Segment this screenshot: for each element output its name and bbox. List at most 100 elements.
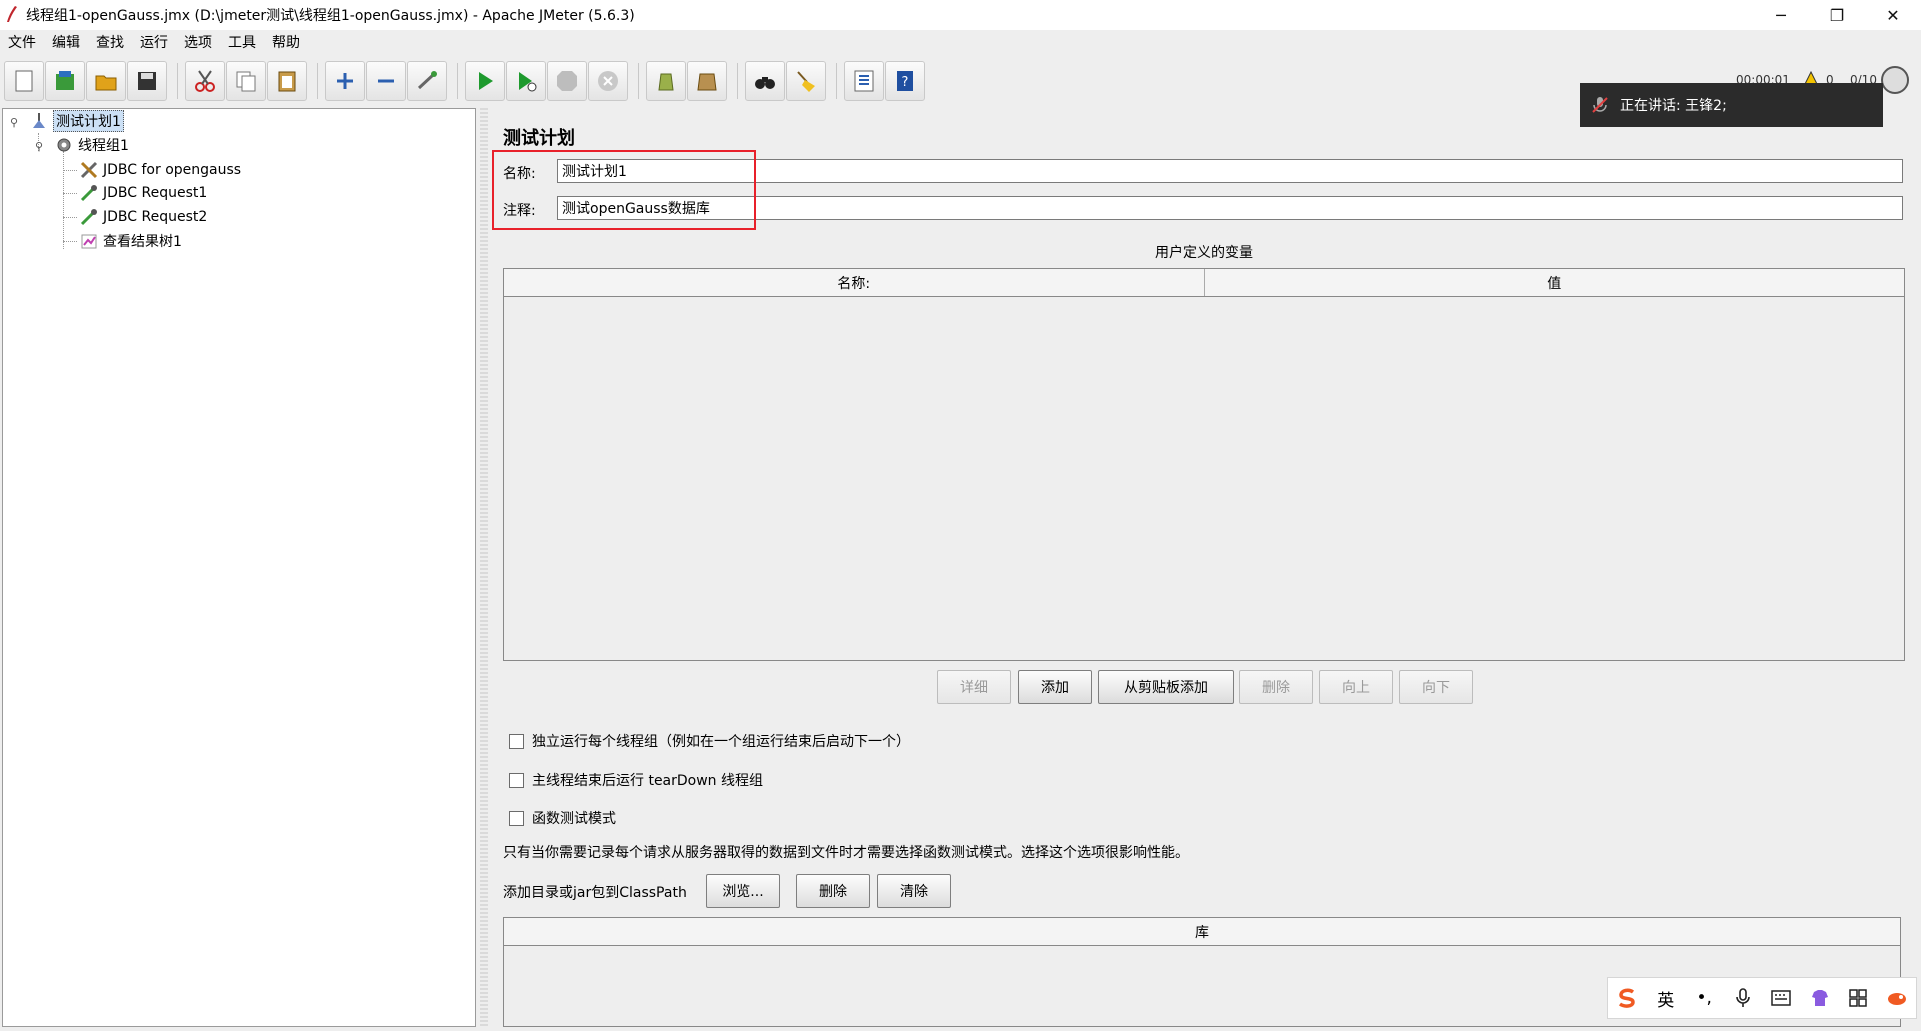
- add-button[interactable]: 添加: [1018, 670, 1092, 704]
- open-button[interactable]: [86, 61, 126, 101]
- menu-tools[interactable]: 工具: [228, 32, 256, 52]
- copy-button[interactable]: [226, 61, 266, 101]
- name-field[interactable]: [557, 159, 1903, 183]
- start-button[interactable]: [465, 61, 505, 101]
- toggle-button[interactable]: [407, 61, 447, 101]
- classpath-clear-button[interactable]: 清除: [877, 874, 951, 908]
- function-helper-button[interactable]: [844, 61, 884, 101]
- ime-mascot-icon[interactable]: [1882, 989, 1912, 1007]
- tree-node-results-tree[interactable]: 查看结果树1: [78, 230, 182, 252]
- skin-shirt-icon[interactable]: [1805, 988, 1835, 1008]
- minimize-button[interactable]: ─: [1753, 0, 1809, 30]
- expand-button[interactable]: [325, 61, 365, 101]
- shutdown-button[interactable]: [588, 61, 628, 101]
- user-vars-title: 用户定义的变量: [1155, 245, 1253, 261]
- collapse-button[interactable]: [366, 61, 406, 101]
- sogou-logo-icon[interactable]: [1612, 986, 1642, 1010]
- tree-toggle-root[interactable]: ⚲: [8, 116, 20, 129]
- menu-search[interactable]: 查找: [96, 32, 124, 52]
- functional-mode-checkbox[interactable]: [509, 810, 524, 826]
- menu-options[interactable]: 选项: [184, 32, 212, 52]
- library-column-header: 库: [504, 918, 1900, 946]
- tree-node-thread-group[interactable]: 线程组1: [53, 134, 129, 156]
- comment-field[interactable]: [557, 196, 1903, 220]
- menu-run[interactable]: 运行: [140, 32, 168, 52]
- tree-label: 线程组1: [78, 138, 129, 154]
- column-header-name[interactable]: 名称:: [504, 269, 1205, 296]
- menu-file[interactable]: 文件: [8, 32, 36, 52]
- tree-label: 查看结果树1: [103, 234, 182, 250]
- reset-search-button[interactable]: [786, 61, 826, 101]
- stop-button[interactable]: [547, 61, 587, 101]
- menu-edit[interactable]: 编辑: [52, 32, 80, 52]
- tree-node-jdbc-request2[interactable]: JDBC Request2: [78, 206, 207, 228]
- jmeter-feather-icon: [7, 6, 17, 22]
- move-down-button[interactable]: 向下: [1399, 670, 1473, 704]
- speaking-text: 正在讲话: 王锋2;: [1620, 98, 1727, 114]
- ime-punct-toggle[interactable]: •,: [1689, 988, 1719, 1008]
- clear-all-button[interactable]: [687, 61, 727, 101]
- svg-text:?: ?: [902, 75, 909, 90]
- user-vars-table[interactable]: 名称: 值: [503, 268, 1905, 661]
- new-button[interactable]: [4, 61, 44, 101]
- new-file-icon: [15, 70, 33, 92]
- sampler-pipette-icon: [78, 183, 100, 203]
- tree-node-jdbc-request1[interactable]: JDBC Request1: [78, 182, 207, 204]
- teardown-option[interactable]: 主线程结束后运行 tearDown 线程组: [509, 770, 763, 790]
- window-title: 线程组1-openGauss.jmx (D:\jmeter测试\线程组1-ope…: [26, 8, 635, 24]
- gear-icon: [53, 135, 75, 155]
- close-button[interactable]: ✕: [1865, 0, 1921, 30]
- search-button[interactable]: [745, 61, 785, 101]
- browse-button[interactable]: 浏览...: [706, 874, 780, 908]
- maximize-button[interactable]: ❐: [1809, 0, 1865, 30]
- play-no-timer-icon: [519, 72, 537, 92]
- shutdown-icon: [598, 71, 618, 91]
- tree-label: 测试计划1: [53, 110, 124, 132]
- tree-label: JDBC Request1: [103, 185, 208, 201]
- listener-chart-icon: [78, 231, 100, 251]
- templates-button[interactable]: [45, 61, 85, 101]
- column-header-value[interactable]: 值: [1205, 269, 1905, 296]
- tree-node-jdbc-config[interactable]: JDBC for opengauss: [78, 159, 241, 181]
- help-button[interactable]: ?: [885, 61, 925, 101]
- log-viewer-icon[interactable]: [1881, 66, 1909, 94]
- ime-lang-toggle[interactable]: 英: [1651, 986, 1681, 1011]
- page-title: 测试计划: [503, 128, 575, 149]
- cut-button[interactable]: [185, 61, 225, 101]
- save-button[interactable]: [127, 61, 167, 101]
- scissors-icon: [195, 70, 215, 92]
- add-from-clipboard-button[interactable]: 从剪贴板添加: [1098, 670, 1234, 704]
- test-plan-icon: [28, 111, 50, 131]
- broom-clear-icon: [658, 73, 674, 91]
- keyboard-icon[interactable]: [1766, 990, 1796, 1006]
- serialize-thread-groups-option[interactable]: 独立运行每个线程组（例如在一个组运行结束后启动下一个）: [509, 731, 910, 751]
- detail-button[interactable]: 详细: [937, 670, 1011, 704]
- delete-button[interactable]: 删除: [1239, 670, 1313, 704]
- serialize-checkbox[interactable]: [509, 733, 524, 749]
- start-no-pause-button[interactable]: [506, 61, 546, 101]
- help-book-icon: ?: [897, 71, 913, 91]
- microphone-icon[interactable]: [1728, 988, 1758, 1008]
- classpath-delete-button[interactable]: 删除: [796, 874, 870, 908]
- binoculars-icon: [755, 77, 775, 89]
- title-bar: 线程组1-openGauss.jmx (D:\jmeter测试\线程组1-ope…: [0, 0, 1921, 30]
- menu-help[interactable]: 帮助: [272, 32, 300, 52]
- copy-icon: [236, 71, 256, 92]
- clear-button[interactable]: [646, 61, 686, 101]
- tree-node-test-plan[interactable]: 测试计划1: [28, 110, 124, 132]
- plus-icon: [337, 73, 353, 89]
- tree-label: JDBC Request2: [103, 209, 208, 225]
- templates-icon: [56, 71, 74, 90]
- functional-mode-option[interactable]: 函数测试模式: [509, 808, 616, 828]
- jmeter-window: 线程组1-openGauss.jmx (D:\jmeter测试\线程组1-ope…: [0, 0, 1921, 1031]
- paste-button[interactable]: [267, 61, 307, 101]
- function-list-icon: [854, 70, 874, 92]
- move-up-button[interactable]: 向上: [1319, 670, 1393, 704]
- muted-mic-icon: [1580, 95, 1620, 115]
- sampler-pipette-icon: [78, 207, 100, 227]
- tree-toggle-thread-group[interactable]: ⚲: [33, 140, 45, 153]
- annotation-highlight-box: [492, 150, 756, 230]
- toolbox-grid-icon[interactable]: [1843, 989, 1873, 1007]
- panel-splitter[interactable]: [480, 108, 488, 1027]
- teardown-checkbox[interactable]: [509, 772, 524, 788]
